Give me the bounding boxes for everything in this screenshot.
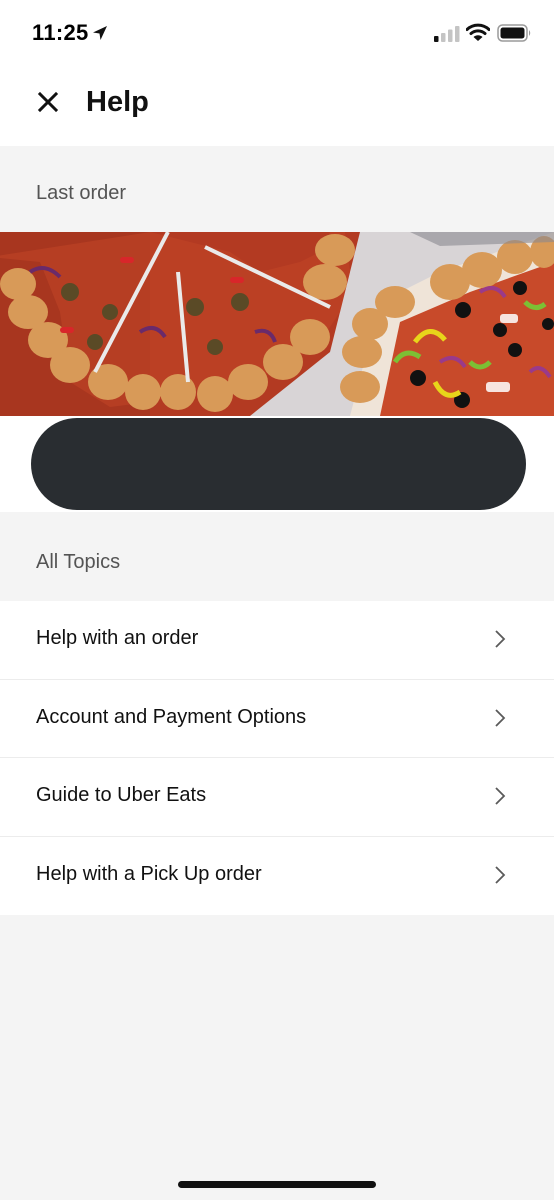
- topics-list: Help with an order Account and Payment O…: [0, 601, 554, 915]
- close-icon[interactable]: [36, 90, 60, 114]
- chevron-right-icon: [495, 865, 506, 884]
- page-title: Help: [86, 86, 149, 118]
- wifi-icon: [466, 23, 490, 41]
- last-order-card[interactable]: [0, 232, 554, 512]
- status-bar: 11:25: [0, 0, 554, 66]
- status-time: 11:25: [32, 20, 89, 45]
- redacted-order-details: [31, 418, 526, 510]
- topic-label: Help with a Pick Up order: [36, 862, 262, 885]
- topic-pick-up-order[interactable]: Help with a Pick Up order: [0, 837, 554, 916]
- order-food-image: [0, 232, 554, 416]
- home-indicator: [178, 1181, 376, 1188]
- topic-label: Guide to Uber Eats: [36, 784, 207, 806]
- chevron-right-icon: [495, 708, 506, 727]
- topic-guide-uber-eats[interactable]: Guide to Uber Eats: [0, 758, 554, 837]
- cellular-signal-icon: [434, 26, 460, 42]
- chevron-right-icon: [495, 787, 506, 805]
- topic-label: Help with an order: [36, 627, 199, 649]
- topic-account-payment[interactable]: Account and Payment Options: [0, 680, 554, 758]
- header: Help: [0, 66, 554, 146]
- topic-label: Account and Payment Options: [36, 705, 307, 728]
- topic-help-with-order[interactable]: Help with an order: [0, 601, 554, 680]
- location-arrow-icon: [93, 26, 107, 40]
- section-label-last-order: Last order: [36, 182, 127, 204]
- battery-icon: [497, 24, 531, 42]
- section-label-all-topics: All Topics: [36, 551, 121, 573]
- chevron-right-icon: [495, 630, 506, 648]
